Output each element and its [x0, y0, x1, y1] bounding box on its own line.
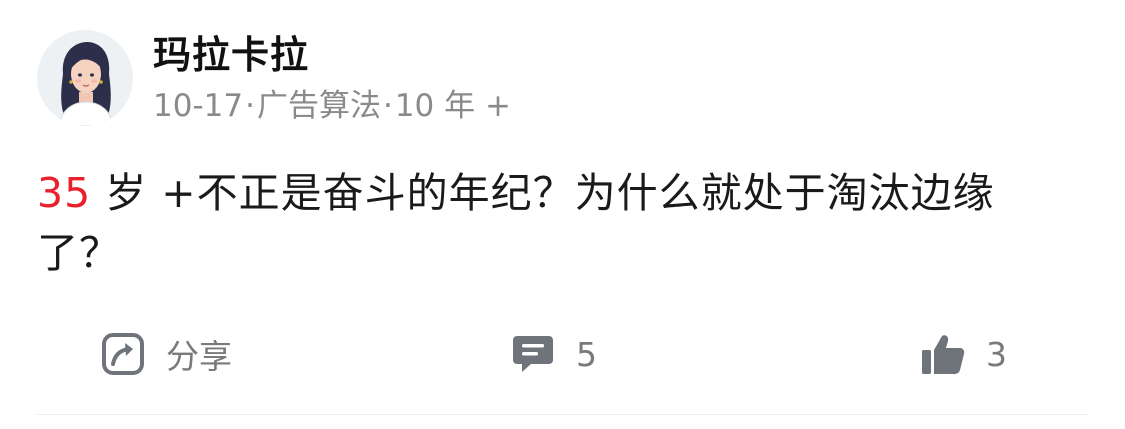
post-card: 玛拉卡拉 10-17·广告算法·10 年 + 35 岁 +不正是奋斗的年纪？为什… — [0, 0, 1125, 429]
post-meta: 10-17·广告算法·10 年 + — [153, 84, 511, 128]
comment-button[interactable]: 5 — [510, 322, 597, 386]
meta-separator: · — [245, 88, 255, 124]
share-icon — [100, 331, 146, 377]
thumbs-up-icon — [920, 331, 966, 377]
like-button[interactable]: 3 — [920, 322, 1007, 386]
author-experience: 10 年 + — [394, 88, 511, 124]
comment-icon — [510, 331, 556, 377]
like-count: 3 — [986, 334, 1007, 374]
divider — [37, 414, 1088, 415]
post-date: 10-17 — [153, 88, 244, 124]
meta-separator: · — [382, 88, 393, 124]
action-bar: 分享 5 3 — [0, 322, 1125, 386]
avatar-illustration — [37, 30, 133, 126]
post-category[interactable]: 广告算法 — [257, 84, 381, 128]
share-label: 分享 — [166, 337, 232, 376]
content-highlight: 35 — [37, 169, 92, 217]
avatar[interactable] — [37, 30, 133, 126]
comment-count: 5 — [576, 334, 597, 374]
content-text: 岁 +不正是奋斗的年纪？为什么就处于淘汰边缘了？ — [37, 169, 995, 277]
author-name[interactable]: 玛拉卡拉 — [153, 30, 309, 80]
post-content[interactable]: 35 岁 +不正是奋斗的年纪？为什么就处于淘汰边缘了？ — [37, 163, 1067, 283]
share-button[interactable]: 分享 — [100, 322, 232, 386]
